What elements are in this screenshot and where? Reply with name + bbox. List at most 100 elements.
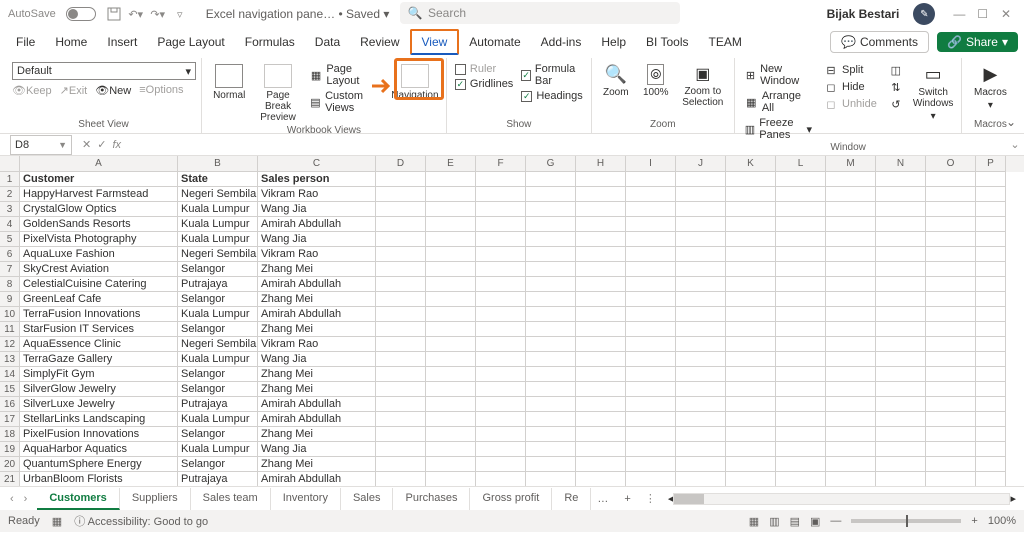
cell[interactable] [426,337,476,352]
cell[interactable] [576,457,626,472]
row-header[interactable]: 15 [0,382,20,397]
cell[interactable] [426,202,476,217]
cell[interactable] [626,382,676,397]
cell[interactable] [776,307,826,322]
cell[interactable] [476,352,526,367]
cell[interactable] [676,247,726,262]
cell[interactable]: AquaHarbor Aquatics [20,442,178,457]
cell[interactable] [676,382,726,397]
cell[interactable] [626,397,676,412]
cancel-formula-icon[interactable]: ✕ [82,138,91,151]
zoom-100-button[interactable]: ⦾100% [638,62,674,100]
cell[interactable] [376,472,426,486]
row-header[interactable]: 7 [0,262,20,277]
cell[interactable] [526,367,576,382]
cell[interactable]: Amirah Abdullah [258,397,376,412]
cell[interactable] [376,352,426,367]
zoom-button[interactable]: 🔍Zoom [598,62,634,100]
cell[interactable] [976,247,1006,262]
cell[interactable]: Kuala Lumpur [178,307,258,322]
cell[interactable] [476,337,526,352]
cell[interactable] [476,457,526,472]
cell[interactable] [526,337,576,352]
column-header[interactable]: G [526,156,576,172]
cell[interactable] [676,292,726,307]
column-header[interactable]: N [876,156,926,172]
cell[interactable] [926,397,976,412]
cell[interactable] [776,412,826,427]
cell[interactable] [476,247,526,262]
cell[interactable]: Selangor [178,367,258,382]
cell[interactable] [576,367,626,382]
cell[interactable] [826,442,876,457]
cell[interactable] [476,322,526,337]
cell[interactable]: Wang Jia [258,352,376,367]
qat-dropdown-icon[interactable]: ▿ [172,6,188,22]
cell[interactable] [726,247,776,262]
cell[interactable] [676,337,726,352]
cell[interactable] [976,397,1006,412]
sheet-tab-purchases[interactable]: Purchases [393,488,470,510]
row-header[interactable]: 18 [0,427,20,442]
cell[interactable] [926,457,976,472]
cell[interactable] [726,187,776,202]
row-header[interactable]: 13 [0,352,20,367]
cell[interactable] [676,232,726,247]
cell[interactable] [826,277,876,292]
cell[interactable] [576,337,626,352]
new-window-button[interactable]: ⊞New Window [741,62,816,88]
display-settings-icon[interactable]: ▦ [749,515,759,528]
cell[interactable] [776,217,826,232]
cell[interactable] [926,187,976,202]
freeze-panes-button[interactable]: ▥Freeze Panes ▾ [741,116,816,142]
cell[interactable]: Wang Jia [258,442,376,457]
cell[interactable] [726,457,776,472]
menu-formulas[interactable]: Formulas [235,31,305,53]
sheet-tab-gross-profit[interactable]: Gross profit [470,488,552,510]
cell[interactable] [926,412,976,427]
cell[interactable] [876,202,926,217]
cell[interactable] [376,322,426,337]
zoom-in-icon[interactable]: + [971,515,977,527]
switch-windows-button[interactable]: ▭Switch Windows▾ [911,62,956,124]
cell[interactable]: Selangor [178,262,258,277]
cell[interactable] [726,202,776,217]
cell[interactable] [826,202,876,217]
cell[interactable] [526,457,576,472]
cell[interactable] [876,427,926,442]
cell[interactable] [526,187,576,202]
cell[interactable] [776,442,826,457]
cell[interactable] [976,292,1006,307]
accessibility-status[interactable]: ⓘ Accessibility: Good to go [74,513,208,529]
cell[interactable] [376,382,426,397]
expand-formula-icon[interactable]: ⌄ [1006,138,1024,151]
cell[interactable] [526,292,576,307]
page-layout-view-icon[interactable]: ▤ [790,515,800,528]
collapse-ribbon-icon[interactable]: ⌄ [1006,115,1016,129]
cell[interactable] [776,202,826,217]
column-header[interactable]: M [826,156,876,172]
reset-pos-button[interactable]: ↺ [885,96,907,112]
cell[interactable] [576,427,626,442]
cell[interactable] [576,412,626,427]
cell[interactable] [626,202,676,217]
cell[interactable]: Putrajaya [178,277,258,292]
cell[interactable] [426,322,476,337]
cell[interactable] [776,247,826,262]
cell[interactable] [476,412,526,427]
cell[interactable]: State [178,172,258,187]
cell[interactable] [526,427,576,442]
cell[interactable] [376,457,426,472]
cell[interactable] [526,472,576,486]
cell[interactable] [926,247,976,262]
cell[interactable] [476,427,526,442]
cell[interactable] [576,292,626,307]
cell[interactable] [426,247,476,262]
search-input[interactable]: 🔍 Search [400,2,680,24]
menu-insert[interactable]: Insert [97,31,147,53]
cell[interactable] [976,442,1006,457]
cell[interactable]: TerraFusion Innovations [20,307,178,322]
cell[interactable] [676,217,726,232]
cell[interactable] [726,442,776,457]
cell[interactable] [576,397,626,412]
